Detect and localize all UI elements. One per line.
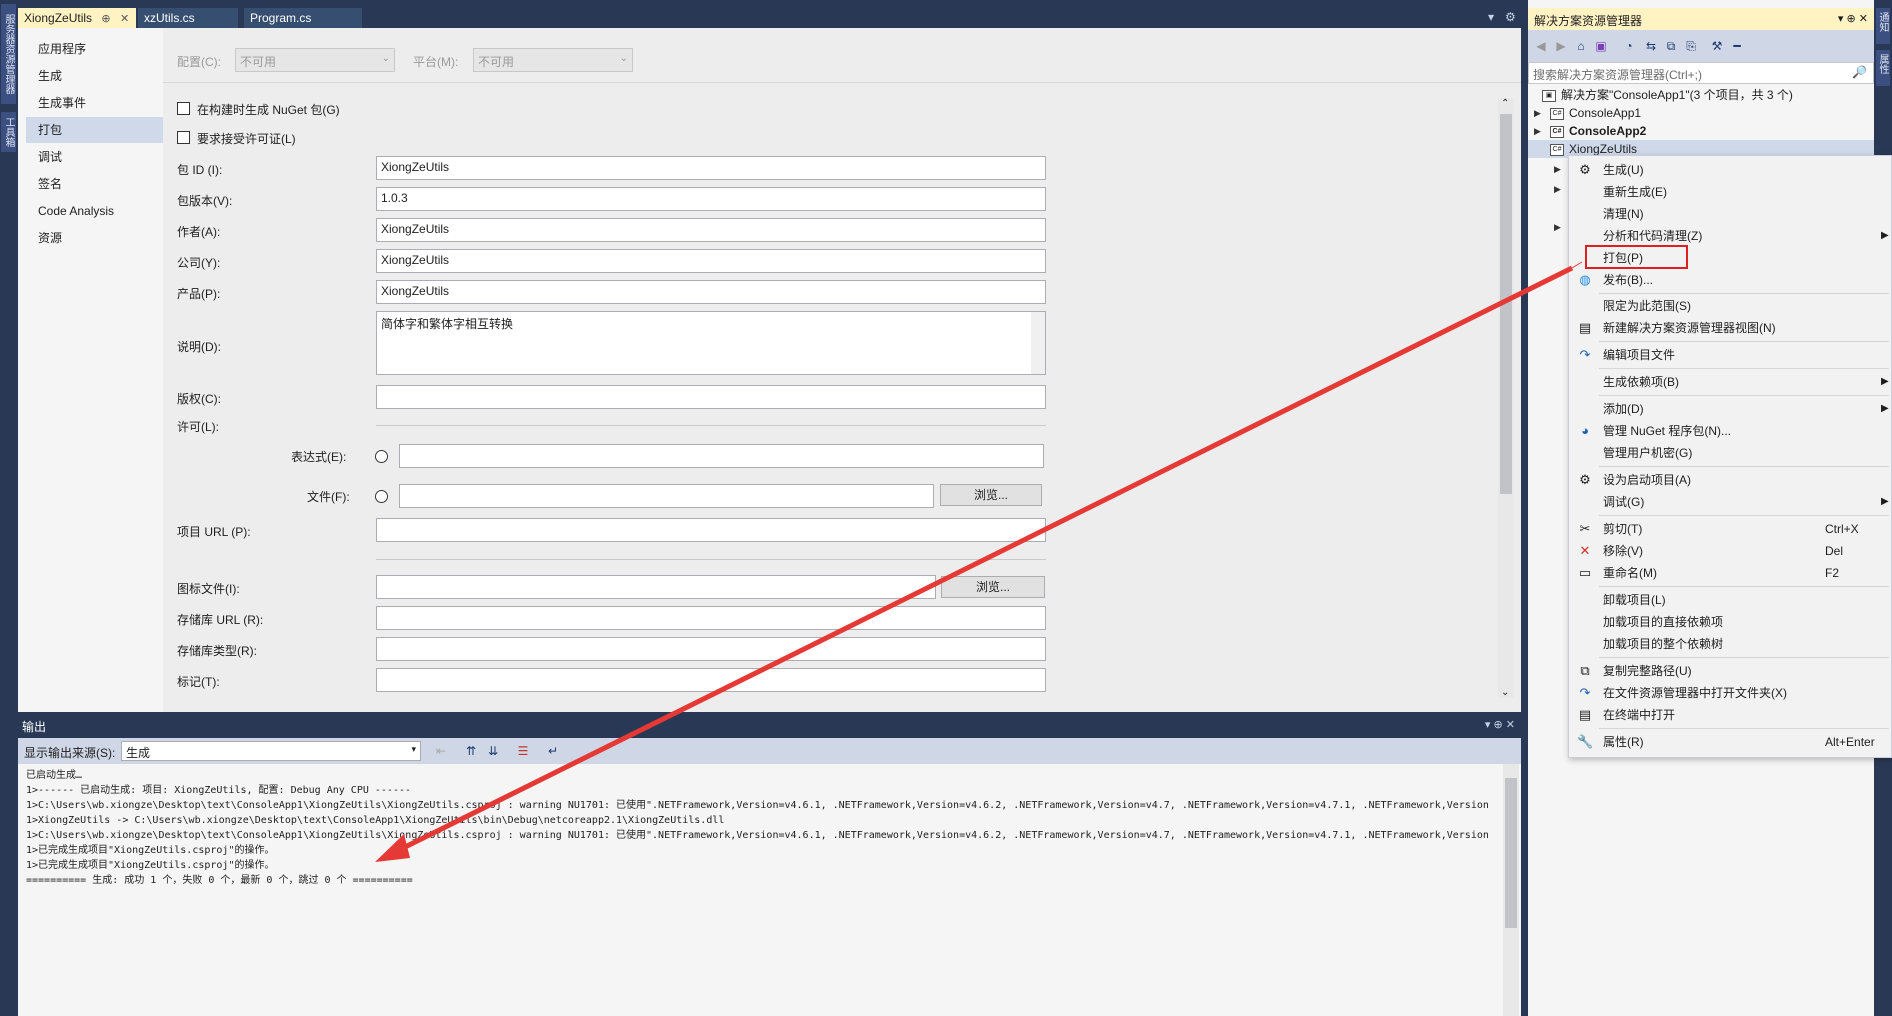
arrow-head <box>375 834 410 862</box>
annotation-arrow <box>375 261 1583 862</box>
arrow-shaft <box>393 265 1574 855</box>
arrow-tail <box>1571 261 1583 269</box>
